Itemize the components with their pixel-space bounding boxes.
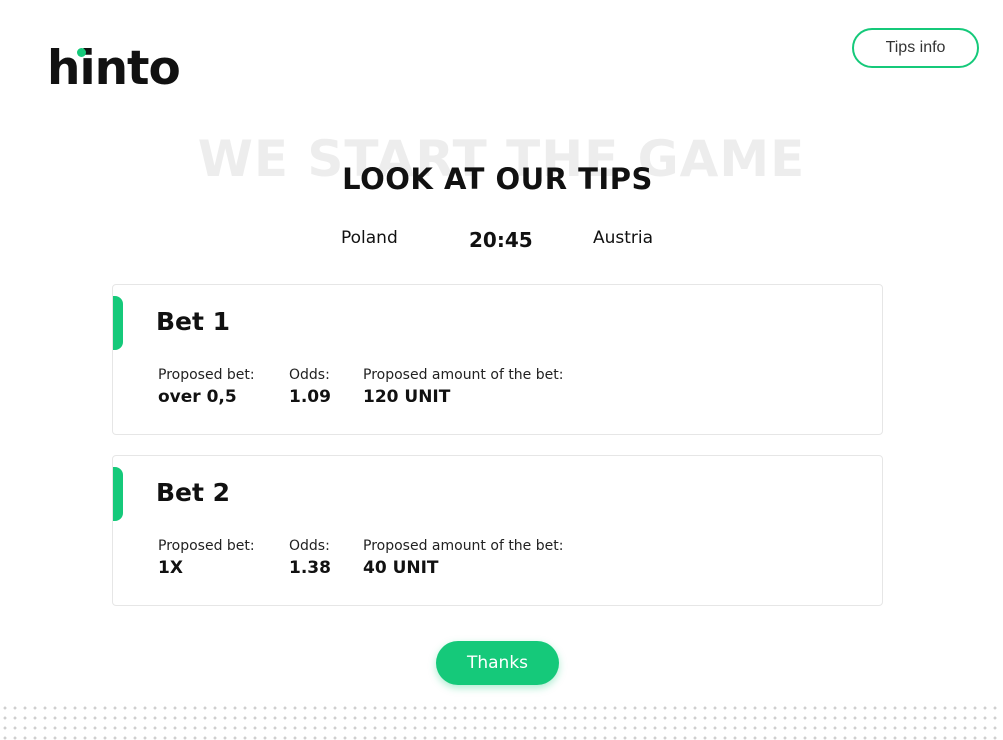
thanks-button[interactable]: Thanks: [436, 641, 559, 685]
bet-title: Bet 1: [156, 307, 231, 336]
bet-card: Bet 2 Proposed bet: 1X Odds: 1.38 Propos…: [112, 455, 883, 606]
away-team: Austria: [593, 228, 654, 248]
odds-label: Odds:: [289, 538, 330, 554]
amount-field: Proposed amount of the bet: 120 UNIT: [363, 367, 563, 407]
logo-dot-icon: [77, 48, 86, 57]
proposed-bet-field: Proposed bet: over 0,5: [158, 367, 255, 407]
proposed-bet-field: Proposed bet: 1X: [158, 538, 255, 578]
tips-info-button[interactable]: Tips info: [852, 28, 979, 68]
proposed-bet-value: 1X: [158, 558, 183, 578]
amount-label: Proposed amount of the bet:: [363, 538, 564, 554]
amount-value: 40 UNIT: [363, 558, 439, 578]
proposed-bet-label: Proposed bet:: [158, 538, 255, 554]
match-info: Poland 20:45 Austria: [0, 226, 1003, 256]
home-team: Poland: [341, 228, 398, 248]
dotted-footer-pattern: [0, 703, 1003, 740]
odds-value: 1.09: [289, 387, 331, 407]
brand-logo[interactable]: hinto: [47, 40, 181, 96]
proposed-bet-label: Proposed bet:: [158, 367, 255, 383]
bet-accent-bar: [113, 467, 123, 521]
odds-value: 1.38: [289, 558, 331, 578]
odds-label: Odds:: [289, 367, 330, 383]
bet-accent-bar: [113, 296, 123, 350]
bet-card: Bet 1 Proposed bet: over 0,5 Odds: 1.09 …: [112, 284, 883, 435]
amount-field: Proposed amount of the bet: 40 UNIT: [363, 538, 563, 578]
bet-title: Bet 2: [156, 478, 231, 507]
match-time: 20:45: [469, 228, 533, 252]
odds-field: Odds: 1.09: [289, 367, 331, 407]
logo-text: hinto: [47, 41, 181, 96]
amount-label: Proposed amount of the bet:: [363, 367, 564, 383]
proposed-bet-value: over 0,5: [158, 387, 237, 407]
odds-field: Odds: 1.38: [289, 538, 331, 578]
page-title: LOOK AT OUR TIPS: [342, 162, 653, 196]
amount-value: 120 UNIT: [363, 387, 451, 407]
